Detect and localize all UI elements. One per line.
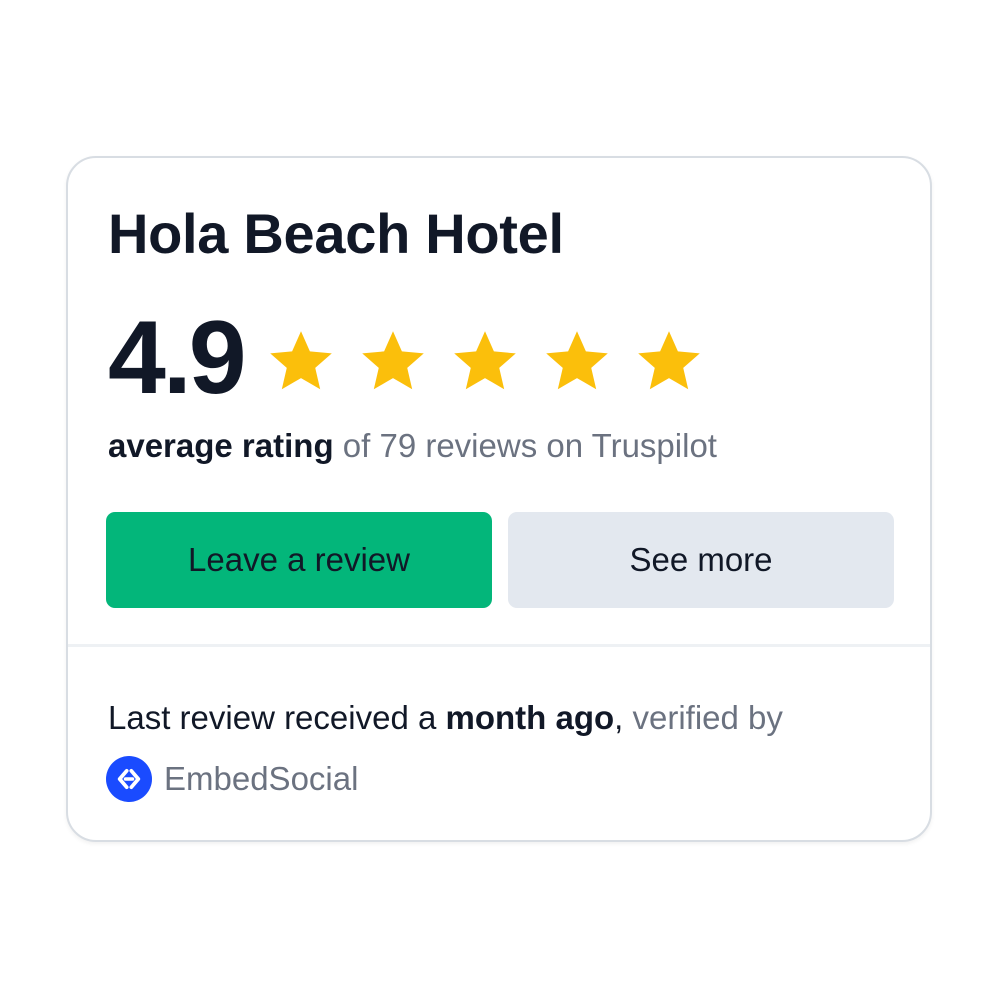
see-more-button[interactable]: See more: [508, 512, 894, 608]
rating-summary: average rating of 79 reviews on Truspilo…: [108, 426, 717, 466]
verified-by-label: verified by: [623, 699, 783, 736]
last-review-comma: ,: [614, 699, 624, 736]
last-review-time: month ago: [445, 699, 615, 736]
last-review-prefix: Last review received a: [108, 699, 446, 736]
star-icon: [266, 326, 336, 396]
embedsocial-logo-icon: [106, 756, 152, 802]
last-review-info: Last review received a month ago, verifi…: [108, 698, 783, 738]
average-rating-value: 4.9: [108, 300, 247, 416]
star-rating: [266, 326, 726, 396]
leave-review-button[interactable]: Leave a review: [106, 512, 492, 608]
divider: [68, 644, 930, 647]
star-icon: [542, 326, 612, 396]
summary-label: average rating: [108, 427, 334, 464]
review-widget-card: Hola Beach Hotel 4.9 average rating of 7…: [66, 156, 932, 842]
summary-details: of 79 reviews on Truspilot: [333, 427, 717, 464]
brand-name[interactable]: EmbedSocial: [164, 759, 358, 799]
verified-brand[interactable]: EmbedSocial: [106, 756, 358, 802]
star-icon: [450, 326, 520, 396]
star-icon: [634, 326, 704, 396]
rating-row: 4.9: [108, 300, 726, 416]
star-icon: [358, 326, 428, 396]
business-title: Hola Beach Hotel: [108, 202, 564, 265]
